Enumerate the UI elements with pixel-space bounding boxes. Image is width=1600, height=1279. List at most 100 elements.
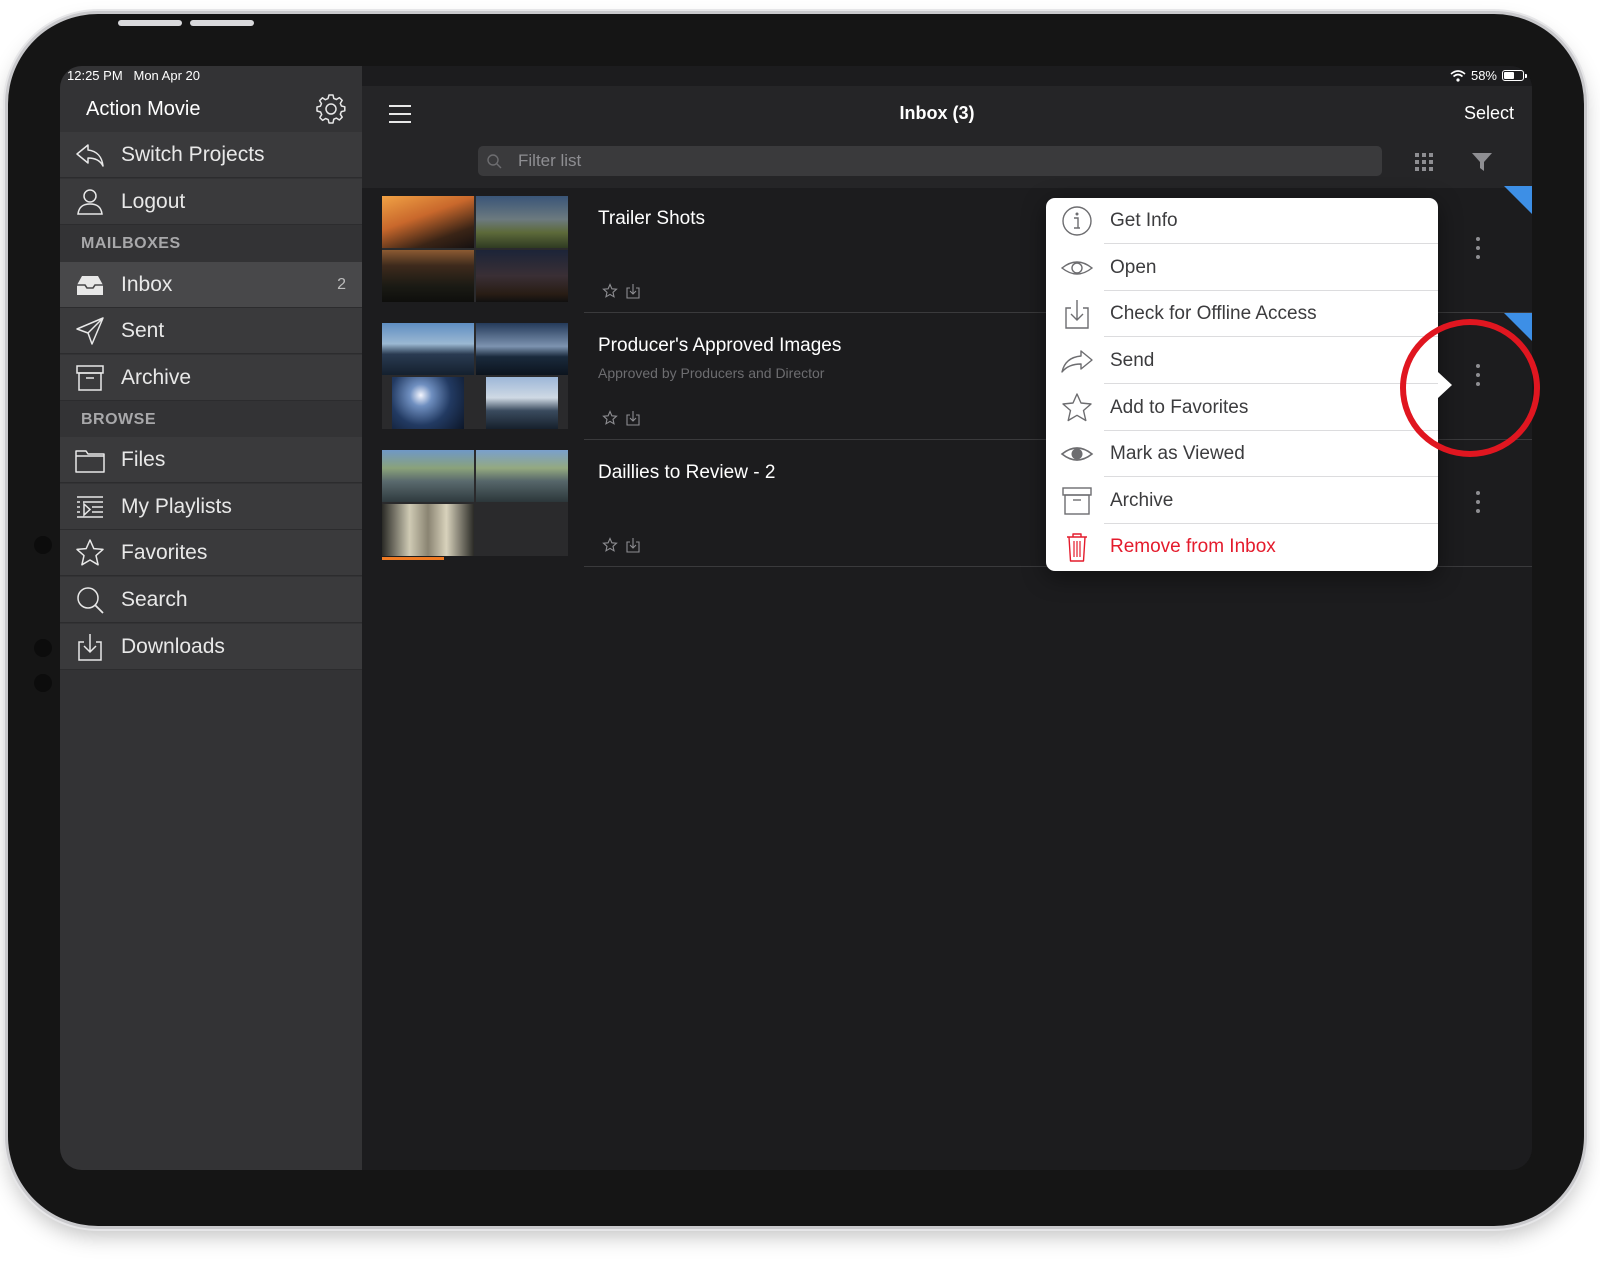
sidebar-item-label: Search <box>121 587 188 611</box>
download-icon[interactable] <box>626 410 640 426</box>
item-subtitle: Approved by Producers and Director <box>598 365 825 381</box>
item-title: Daillies to Review - 2 <box>598 462 776 483</box>
thumbnail-image <box>382 196 474 248</box>
menu-item-open[interactable]: Open <box>1046 245 1438 291</box>
sidebar-item-label: Downloads <box>121 634 225 658</box>
sidebar-header: Action Movie <box>60 86 362 134</box>
star-icon <box>1062 393 1092 422</box>
thumbnail-image <box>476 196 568 248</box>
folder-icon <box>75 450 105 473</box>
item-title: Producer's Approved Images <box>598 335 842 356</box>
info-icon <box>1062 206 1092 236</box>
volume-button <box>118 20 182 26</box>
status-indicators: 58% <box>1450 68 1527 83</box>
context-menu: Get Info Open Check for Offline Access S… <box>1046 198 1438 571</box>
user-icon <box>77 189 103 215</box>
sidebar-item-switch-projects[interactable]: Switch Projects <box>60 132 362 178</box>
divider <box>1104 383 1438 384</box>
status-clock: 12:25 PM <box>67 68 123 83</box>
playlist-icon <box>77 496 103 518</box>
star-icon[interactable] <box>602 537 618 553</box>
star-icon[interactable] <box>602 410 618 426</box>
more-options-icon[interactable] <box>1475 490 1481 514</box>
filter-input[interactable] <box>478 146 1382 176</box>
filter-funnel-icon[interactable] <box>1471 152 1493 172</box>
camera-icon <box>34 536 52 554</box>
sidebar-item-sent[interactable]: Sent <box>60 308 362 354</box>
sidebar-item-inbox[interactable]: Inbox 2 <box>60 262 362 308</box>
sidebar-item-my-playlists[interactable]: My Playlists <box>60 484 362 530</box>
menu-item-get-info[interactable]: Get Info <box>1046 198 1438 244</box>
download-icon <box>78 634 102 661</box>
back-arrow-icon <box>76 144 104 167</box>
status-date: Mon Apr 20 <box>133 68 201 83</box>
unread-flag <box>1504 186 1532 214</box>
eye-filled-icon <box>1060 447 1094 461</box>
thumbnail-image <box>486 377 558 429</box>
search-icon <box>77 587 104 614</box>
sidebar-item-label: Inbox <box>121 272 173 296</box>
menu-item-label: Send <box>1110 350 1155 371</box>
menu-item-label: Open <box>1110 257 1157 278</box>
item-thumbnails <box>382 450 568 556</box>
select-button[interactable]: Select <box>1464 103 1514 124</box>
sidebar-item-logout[interactable]: Logout <box>60 179 362 225</box>
volume-button <box>190 20 254 26</box>
menu-item-add-favorites[interactable]: Add to Favorites <box>1046 385 1438 431</box>
menu-item-label: Check for Offline Access <box>1110 303 1317 324</box>
battery-percent: 58% <box>1470 68 1497 83</box>
thumbnail-image <box>476 250 568 302</box>
sidebar-item-downloads[interactable]: Downloads <box>60 624 362 670</box>
inbox-count-badge: 2 <box>337 275 346 293</box>
sidebar-item-favorites[interactable]: Favorites <box>60 530 362 576</box>
filter-bar <box>362 136 1532 188</box>
sidebar-item-label: Archive <box>121 365 192 389</box>
share-arrow-icon <box>1061 350 1093 373</box>
sidebar-item-label: Logout <box>121 189 186 213</box>
project-title: Action Movie <box>86 98 201 120</box>
archive-box-icon <box>1062 487 1092 515</box>
download-icon[interactable] <box>626 537 640 553</box>
item-title: Trailer Shots <box>598 208 705 229</box>
download-tray-icon <box>1065 300 1089 329</box>
download-icon[interactable] <box>626 283 640 299</box>
menu-item-label: Get Info <box>1110 210 1178 231</box>
sensor-icon <box>34 674 52 692</box>
menu-item-mark-viewed[interactable]: Mark as Viewed <box>1046 431 1438 477</box>
sidebar-item-label: My Playlists <box>121 494 232 518</box>
menu-item-archive[interactable]: Archive <box>1046 478 1438 524</box>
thumbnail-image <box>382 250 474 302</box>
sidebar-item-label: Favorites <box>121 540 208 564</box>
thumbnail-image <box>382 450 474 502</box>
sidebar-item-label: Sent <box>121 318 165 342</box>
page-title: Inbox (3) <box>899 103 975 123</box>
sidebar-item-archive[interactable]: Archive <box>60 355 362 401</box>
wifi-icon <box>1450 69 1466 82</box>
sidebar-item-label: Switch Projects <box>121 142 265 166</box>
more-options-icon[interactable] <box>1475 236 1481 260</box>
thumbnail-image <box>382 504 474 556</box>
search-icon <box>487 154 502 169</box>
grid-view-icon[interactable] <box>1414 152 1434 172</box>
menu-item-label: Remove from Inbox <box>1110 536 1276 557</box>
sidebar-item-search[interactable]: Search <box>60 577 362 623</box>
divider <box>1104 243 1438 244</box>
menu-item-check-offline[interactable]: Check for Offline Access <box>1046 291 1438 337</box>
status-time: 12:25 PM Mon Apr 20 <box>67 68 200 83</box>
thumbnail-image <box>476 450 568 502</box>
gear-icon[interactable] <box>314 92 348 126</box>
menu-item-label: Mark as Viewed <box>1110 443 1245 464</box>
browse-header: BROWSE <box>81 411 156 428</box>
battery-icon <box>1502 70 1527 81</box>
menu-item-send[interactable]: Send <box>1046 338 1438 384</box>
trash-icon <box>1067 533 1087 562</box>
menu-item-label: Archive <box>1110 490 1174 511</box>
menu-item-remove-from-inbox[interactable]: Remove from Inbox <box>1046 524 1438 570</box>
eye-icon <box>1060 261 1094 275</box>
star-icon[interactable] <box>602 283 618 299</box>
highlight-annotation-circle <box>1400 319 1540 457</box>
archive-box-icon <box>76 365 104 391</box>
sidebar-item-files[interactable]: Files <box>60 437 362 483</box>
item-thumbnails <box>382 323 568 429</box>
thumbnail-image <box>476 323 568 375</box>
